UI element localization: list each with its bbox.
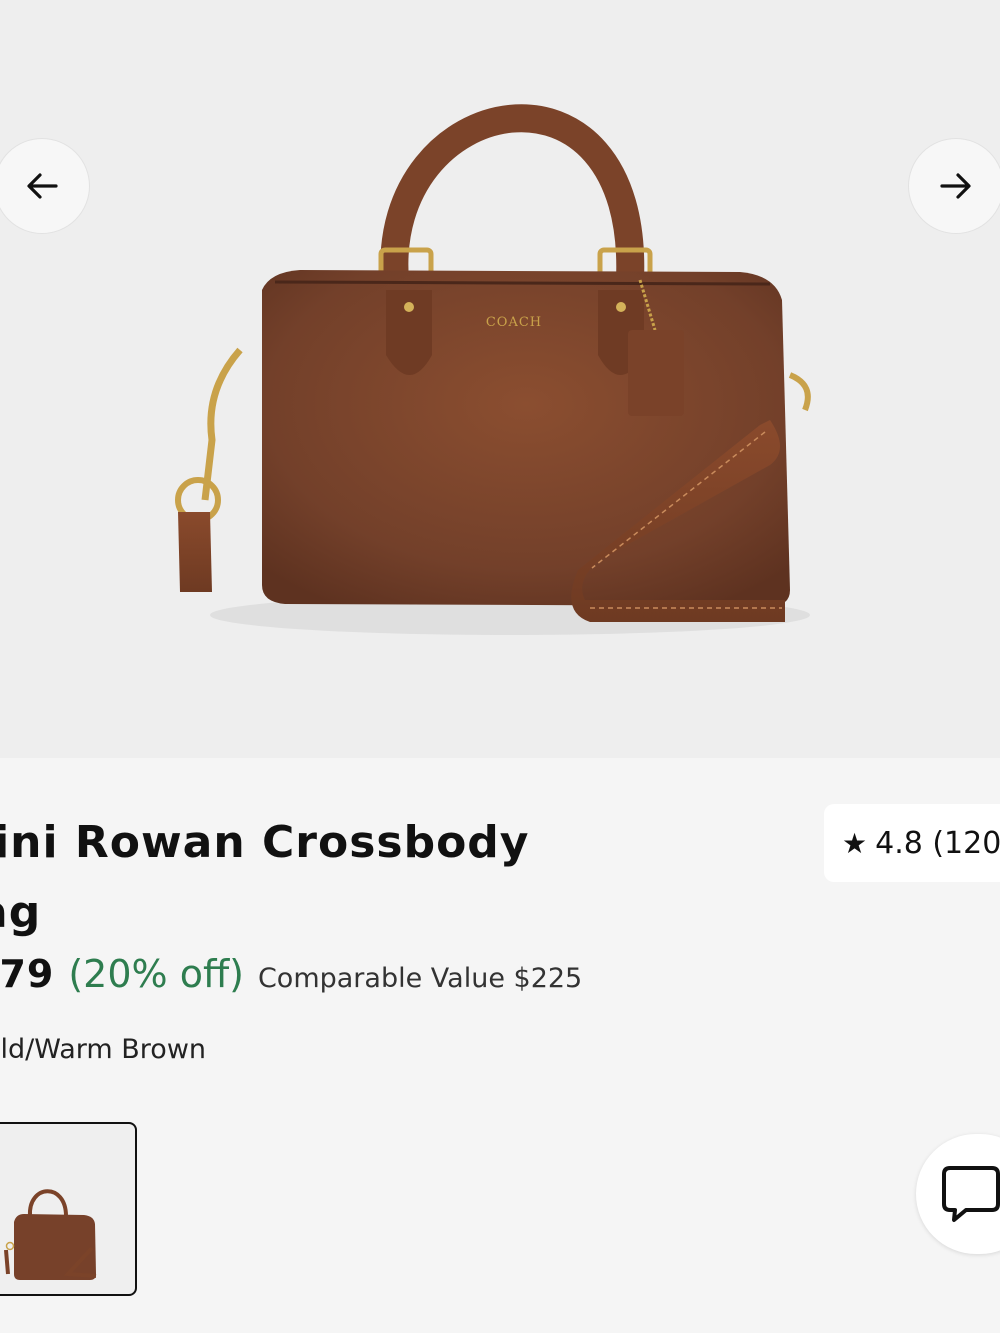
product-image: COACH [175,104,811,635]
next-image-button[interactable] [908,138,1000,234]
product-title-line-1: lini Rowan Crossbody [0,817,530,868]
arrow-right-icon [940,173,971,199]
color-swatch-selected[interactable] [0,1122,137,1296]
product-image-carousel[interactable]: COACH [0,0,1000,758]
chat-bubble-icon [942,1166,1000,1222]
arrow-left-icon [27,173,58,199]
price-row: 179 (20% off) Comparable Value $225 [0,952,732,996]
chat-button[interactable] [916,1134,1000,1254]
product-title-line-2: ag [0,887,42,938]
sale-price: 179 [0,952,55,996]
product-title: lini Rowan Crossbody ag [0,808,668,948]
swatch-thumbnail-image [4,1189,97,1280]
svg-text:COACH: COACH [486,315,542,330]
selected-color-label: old/Warm Brown [0,1034,207,1065]
star-icon: ★ [842,826,868,860]
comparable-value: Comparable Value $225 [257,963,583,994]
discount-percent: (20% off) [68,952,244,996]
rating-value: 4.8 (120 [875,825,1000,861]
rating-badge[interactable]: ★ 4.8 (120 [824,804,1000,882]
